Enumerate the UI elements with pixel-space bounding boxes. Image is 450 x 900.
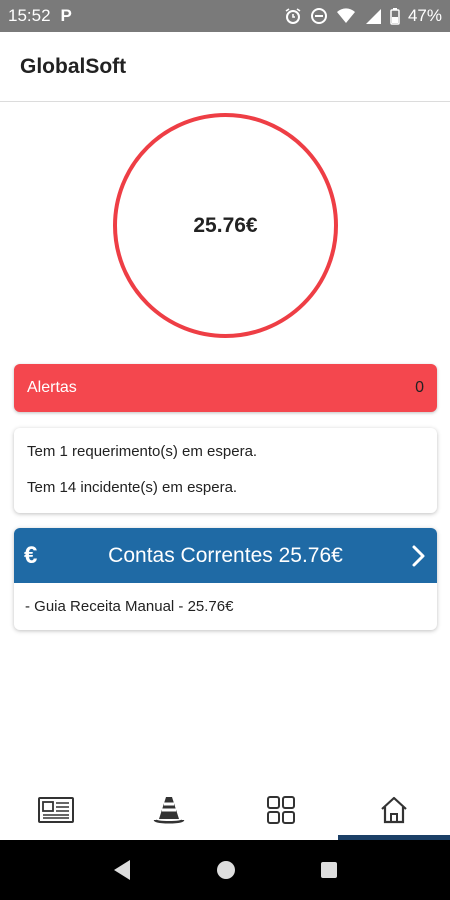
chevron-right-icon[interactable] <box>403 544 427 568</box>
alerts-count: 0 <box>415 379 424 396</box>
euro-icon: € <box>24 541 38 569</box>
status-time: 15:52 <box>8 6 51 25</box>
signal-icon <box>365 9 381 24</box>
alerts-bar[interactable]: Alertas 0 <box>14 364 437 412</box>
account-item[interactable]: - Guia Receita Manual - 25.76€ <box>14 583 437 630</box>
pending-incidents-text: Tem 14 incidente(s) em espera. <box>27 479 238 496</box>
grid-icon <box>267 796 296 824</box>
home-circle-icon[interactable] <box>216 860 236 880</box>
pending-info-card: Tem 1 requerimento(s) em espera. Tem 14 … <box>14 428 437 513</box>
status-bar: 15:52 P 47% <box>0 0 450 32</box>
battery-icon <box>390 8 400 25</box>
nav-item-incidents[interactable] <box>113 780 226 840</box>
newspaper-icon <box>38 797 75 823</box>
balance-amount: 25.76€ <box>193 213 258 237</box>
do-not-disturb-icon <box>310 8 327 24</box>
recents-icon[interactable] <box>320 861 338 879</box>
bottom-nav <box>0 780 450 840</box>
nav-item-home[interactable] <box>337 780 450 840</box>
alarm-icon <box>285 8 301 24</box>
battery-percent: 47% <box>407 6 442 25</box>
current-accounts-card: € Contas Correntes 25.76€ - Guia Receita… <box>14 528 437 630</box>
app-header: GlobalSoft <box>0 32 450 102</box>
page-title: GlobalSoft <box>20 54 127 78</box>
nav-item-news[interactable] <box>0 780 113 840</box>
parking-app-icon: P <box>60 6 72 25</box>
nav-item-menu[interactable] <box>225 780 338 840</box>
pending-requests-text: Tem 1 requerimento(s) em espera. <box>27 443 258 460</box>
system-nav-bar <box>0 840 450 900</box>
home-icon <box>381 796 407 824</box>
traffic-cone-icon <box>153 797 184 824</box>
wifi-icon <box>336 8 355 23</box>
back-icon[interactable] <box>112 859 132 881</box>
current-accounts-title: Contas Correntes 25.76€ <box>108 543 343 567</box>
balance-ring: 25.76€ <box>113 113 338 338</box>
status-icons: 47% <box>284 6 442 26</box>
alerts-label: Alertas <box>27 379 77 396</box>
current-accounts-header[interactable]: € Contas Correntes 25.76€ <box>14 528 437 583</box>
